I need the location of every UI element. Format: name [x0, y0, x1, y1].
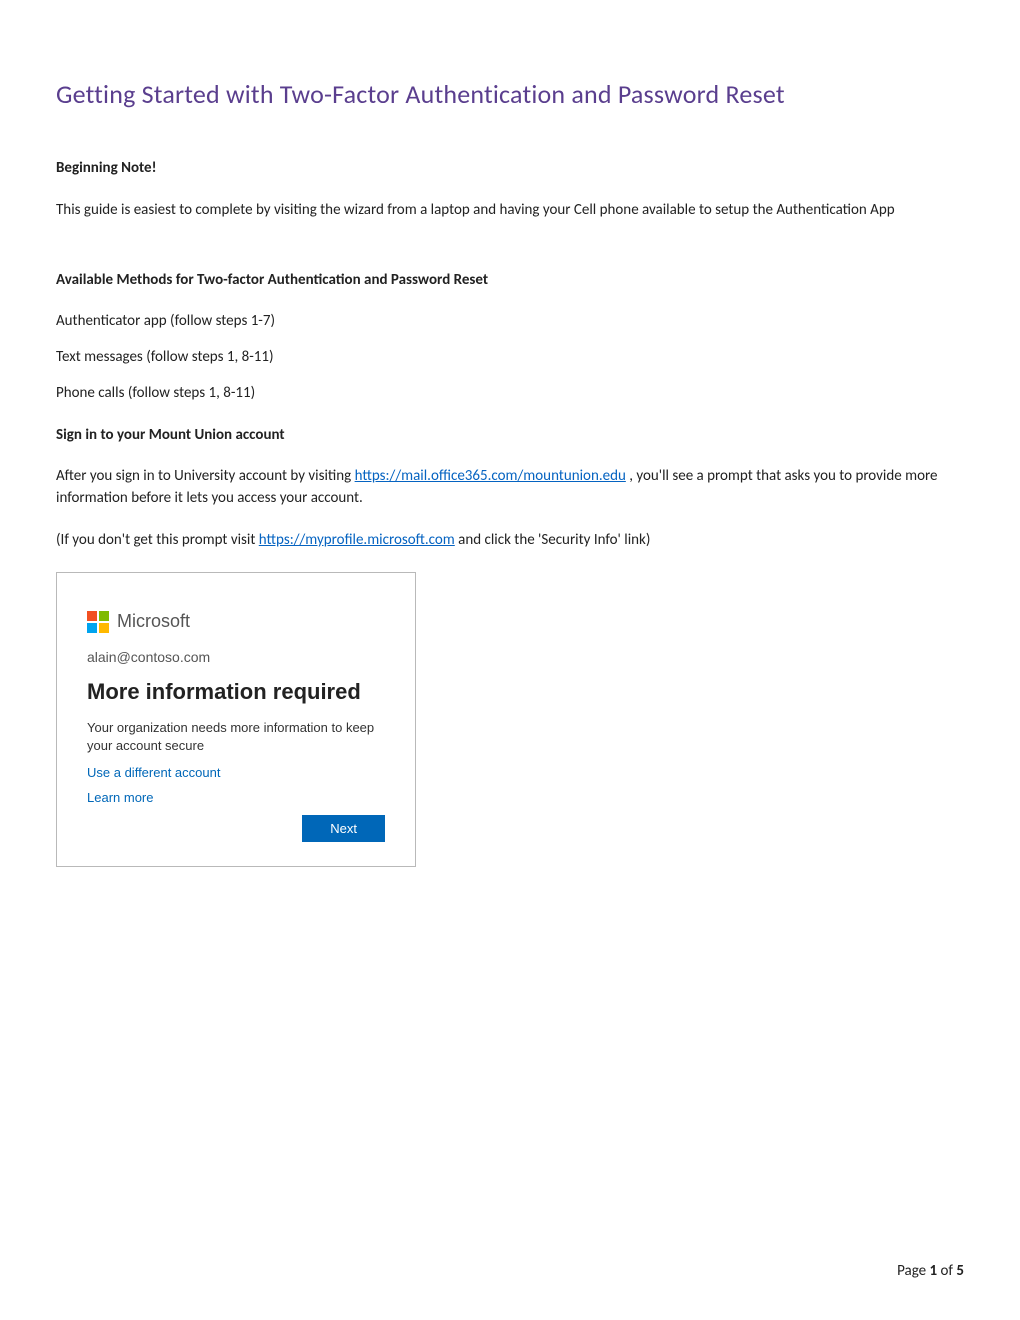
dialog-button-row: Next [87, 815, 385, 842]
footer-current-page: 1 [930, 1262, 938, 1280]
learn-more-link[interactable]: Learn more [87, 790, 385, 805]
microsoft-logo-icon [87, 611, 109, 633]
signin-heading: Sign in to your Mount Union account [56, 425, 964, 447]
use-different-account-link[interactable]: Use a different account [87, 765, 385, 780]
dialog-description: Your organization needs more information… [87, 719, 385, 755]
signin-text-pre: After you sign in to University account … [56, 467, 355, 485]
office365-link[interactable]: https://mail.office365.com/mountunion.ed… [355, 467, 626, 485]
page-title: Getting Started with Two-Factor Authenti… [56, 78, 964, 110]
footer-of: of [937, 1262, 956, 1280]
footer-total-pages: 5 [956, 1262, 964, 1280]
methods-heading: Available Methods for Two-factor Authent… [56, 270, 964, 292]
beginning-note-text: This guide is easiest to complete by vis… [56, 200, 964, 222]
beginning-note-heading: Beginning Note! [56, 158, 964, 180]
method-text: Text messages (follow steps 1, 8-11) [56, 347, 964, 369]
ms-logo-row: Microsoft [87, 611, 385, 633]
dialog-heading: More information required [87, 679, 385, 705]
dialog-email: alain@contoso.com [87, 649, 385, 665]
footer-prefix: Page [897, 1262, 929, 1280]
next-button[interactable]: Next [302, 815, 385, 842]
page-footer: Page 1 of 5 [897, 1262, 964, 1280]
alt-text-pre: (If you don't get this prompt visit [56, 531, 259, 549]
signin-paragraph: After you sign in to University account … [56, 466, 964, 510]
myprofile-link[interactable]: https://myprofile.microsoft.com [259, 531, 455, 549]
alt-text-post: and click the 'Security Info' link) [455, 531, 651, 549]
alt-prompt-paragraph: (If you don't get this prompt visit http… [56, 530, 964, 552]
ms-brand-text: Microsoft [117, 611, 190, 632]
method-phone: Phone calls (follow steps 1, 8-11) [56, 383, 964, 405]
method-authenticator: Authenticator app (follow steps 1-7) [56, 311, 964, 333]
ms-dialog: Microsoft alain@contoso.com More informa… [56, 572, 416, 867]
